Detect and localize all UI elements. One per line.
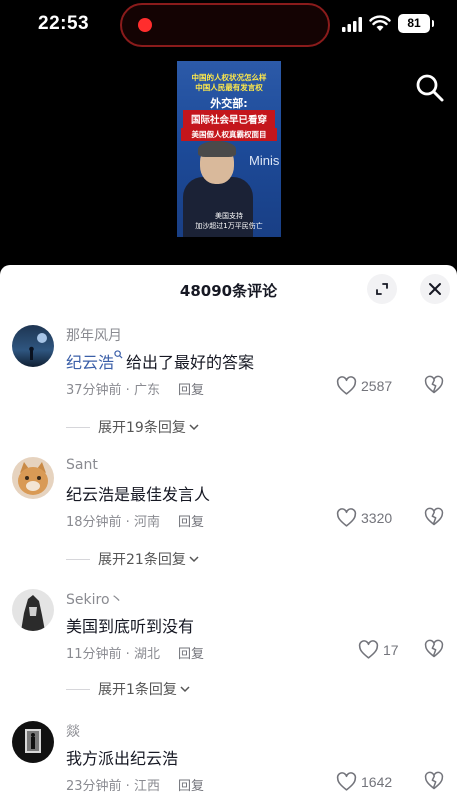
comment-text: 纪云浩是最佳发言人 [66, 485, 211, 504]
divider [66, 558, 90, 560]
heart-icon [336, 772, 357, 791]
speaker-hair [198, 141, 236, 157]
expand-replies-button[interactable]: 展开21条回复 [66, 549, 200, 569]
video-thumbnail[interactable]: 中国的人权状况怎么样 中国人民最有发言权 外交部: 国际社会早已看穿 美国假人权… [177, 61, 281, 237]
video-wall-text: Minis [249, 153, 280, 168]
reply-button[interactable]: 回复 [178, 779, 204, 794]
dislike-icon[interactable] [424, 507, 444, 527]
mention-link[interactable]: 纪云浩 [66, 350, 126, 372]
like-button[interactable]: 2587 [336, 375, 392, 397]
reply-button[interactable]: 回复 [178, 515, 204, 530]
like-count: 3320 [361, 510, 393, 526]
heart-icon [336, 376, 357, 395]
comment-username[interactable]: Sant [66, 457, 98, 473]
video-caption: 美国支持 加沙超过1万平民伤亡 [195, 212, 263, 230]
like-count: 2587 [361, 378, 393, 394]
avatar-image [29, 333, 47, 360]
comment-meta: 18分钟前 · 河南 回复 [66, 515, 204, 530]
comments-sheet: 48090条评论 那年风月 纪云浩给出了最好的答案 37分钟前 · 广东回复 [0, 265, 457, 799]
comment-username[interactable]: Sekiro丶 [66, 589, 124, 609]
recording-dot-icon [138, 18, 152, 32]
comment-meta: 37分钟前 · 广东 回复 [66, 383, 204, 398]
comment-username[interactable]: 那年风月 [66, 325, 122, 345]
dislike-icon[interactable] [424, 375, 444, 395]
like-count: 17 [383, 642, 399, 658]
comment-meta: 11分钟前 · 湖北 回复 [66, 647, 204, 662]
screen-recording-indicator[interactable] [120, 3, 330, 47]
video-headline-2: 美国假人权真霸权面目 [181, 128, 277, 141]
avatar[interactable] [12, 457, 54, 499]
avatar-image [18, 462, 48, 495]
chevron-down-icon [189, 424, 199, 431]
comment-meta: 23分钟前 · 江西 回复 [66, 779, 204, 794]
divider [66, 688, 90, 690]
comment-text: 纪云浩 给出了最好的答案 [66, 349, 254, 373]
like-button[interactable]: 1642 [336, 771, 392, 793]
comment-username[interactable]: 燚 [66, 721, 80, 741]
avatar[interactable] [12, 325, 54, 367]
divider [66, 426, 90, 428]
dislike-icon[interactable] [424, 639, 444, 659]
mention-search-icon [114, 350, 123, 359]
avatar-image [21, 595, 45, 631]
like-count: 1642 [361, 774, 393, 790]
search-icon[interactable] [415, 73, 445, 103]
video-player[interactable]: 中国的人权状况怎么样 中国人民最有发言权 外交部: 国际社会早已看穿 美国假人权… [0, 50, 457, 265]
expand-replies-button[interactable]: 展开19条回复 [66, 417, 200, 437]
dislike-icon[interactable] [424, 771, 444, 791]
close-icon [429, 283, 441, 295]
avatar-image [25, 729, 41, 753]
status-time: 22:53 [38, 13, 90, 34]
like-button[interactable]: 17 [358, 639, 399, 661]
video-title-text: 中国的人权状况怎么样 中国人民最有发言权 [191, 73, 267, 92]
expand-replies-button[interactable]: 展开1条回复 [66, 679, 191, 699]
close-button[interactable] [420, 274, 450, 304]
wifi-icon [369, 15, 391, 31]
expand-button[interactable] [367, 274, 397, 304]
battery-indicator: 81 [398, 14, 434, 33]
status-bar: 22:53 81 [0, 0, 457, 50]
cellular-signal-icon [342, 17, 362, 32]
avatar[interactable] [12, 589, 54, 631]
avatar[interactable] [12, 721, 54, 763]
reply-button[interactable]: 回复 [178, 647, 204, 662]
heart-icon [336, 508, 357, 527]
comment-text: 美国到底听到没有 [66, 617, 195, 636]
reply-button[interactable]: 回复 [178, 383, 204, 398]
video-headline-1: 国际社会早已看穿 [183, 110, 275, 128]
chevron-down-icon [189, 556, 199, 563]
chevron-down-icon [180, 686, 190, 693]
expand-icon [376, 283, 388, 295]
comment-text: 我方派出纪云浩 [66, 749, 179, 768]
comments-header: 48090条评论 [0, 265, 457, 313]
like-button[interactable]: 3320 [336, 507, 392, 529]
video-speaker-tag: 外交部: [210, 97, 248, 110]
heart-icon [358, 640, 379, 659]
